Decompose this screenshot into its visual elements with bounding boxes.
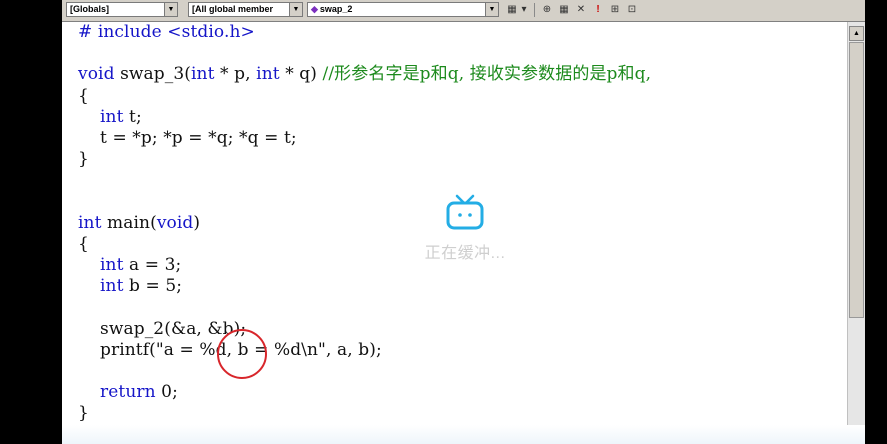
keyword-token: int — [100, 255, 124, 276]
go-icon[interactable]: ⊞ — [608, 3, 622, 17]
go-to-definition-icon[interactable]: ▦ — [505, 3, 519, 17]
chevron-down-icon[interactable]: ▼ — [289, 3, 302, 16]
code-line[interactable]: } — [78, 149, 651, 170]
code-line[interactable]: int main(void) — [78, 213, 651, 234]
code-token: * q) — [279, 64, 323, 85]
code-line[interactable] — [78, 43, 651, 64]
code-token: { — [78, 233, 89, 254]
annotation-circle — [217, 329, 267, 379]
dropdown-arrow-icon[interactable]: ▾ — [519, 3, 529, 17]
function-combo-value: swap_2 — [319, 4, 353, 14]
breakpoint-icon[interactable]: ⊡ — [625, 3, 639, 17]
keyword-token: int — [100, 106, 124, 127]
buffering-overlay: 正在缓冲... — [395, 193, 535, 263]
toolbar-separator — [534, 3, 535, 17]
code-token: { — [78, 85, 89, 106]
buffering-text: 正在缓冲... — [424, 245, 506, 262]
vertical-scrollbar[interactable]: ▲ — [847, 22, 865, 444]
keyword-token: int — [78, 212, 102, 233]
members-combo[interactable]: [All global member ▼ — [188, 2, 303, 17]
code-line[interactable]: t = *p; *p = *q; *q = t; — [78, 128, 651, 149]
keyword-token: return — [100, 382, 156, 403]
keyword-token: void — [78, 64, 115, 85]
scrollbar-thumb[interactable] — [849, 42, 864, 318]
stop-build-icon[interactable]: ✕ — [574, 3, 588, 17]
code-line[interactable] — [78, 170, 651, 191]
chevron-down-icon[interactable]: ▼ — [164, 3, 177, 16]
code-line[interactable]: swap_2(&a, &b); — [78, 319, 651, 340]
code-line[interactable]: int a = 3; — [78, 255, 651, 276]
code-line[interactable]: void swap_3(int * p, int * q) //形参名字是p和q… — [78, 64, 651, 85]
comment-token: //形参名字是p和q, 接收实参数据的是p和q, — [322, 64, 652, 85]
code-token: a = 3; — [123, 255, 182, 276]
code-token: main( — [101, 212, 157, 233]
code-token: ) — [193, 212, 201, 233]
code-line[interactable]: { — [78, 86, 651, 107]
tv-icon — [446, 194, 484, 230]
code-token: swap_2(&a, &b); — [78, 318, 247, 339]
code-line[interactable] — [78, 192, 651, 213]
code-line[interactable] — [78, 297, 651, 318]
code-token: t; — [123, 106, 142, 127]
code-token: * p, — [214, 64, 257, 85]
code-token: b = 5; — [123, 276, 183, 297]
code-token: t = *p; *p = *q; *q = t; — [78, 127, 297, 148]
keyword-token: int — [100, 276, 124, 297]
chevron-down-icon[interactable]: ▼ — [485, 3, 498, 16]
code-line[interactable]: } — [78, 403, 651, 424]
code-line[interactable]: int t; — [78, 107, 651, 128]
keyword-token: int — [191, 64, 215, 85]
build-icon[interactable]: ▦ — [557, 3, 571, 17]
code-token: } — [78, 149, 89, 170]
code-line[interactable]: int b = 5; — [78, 276, 651, 297]
function-combo[interactable]: ◆ swap_2 ▼ — [307, 2, 499, 17]
code-line[interactable]: return 0; — [78, 382, 651, 403]
bottom-shade — [62, 425, 865, 444]
function-icon: ◆ — [311, 4, 318, 14]
members-combo-value: [All global member — [192, 4, 274, 14]
wizard-bar: [Globals] ▼ [All global member ▼ ◆ swap_2… — [62, 0, 865, 22]
code-line[interactable]: { — [78, 234, 651, 255]
code-text[interactable]: # include <stdio.h> void swap_3(int * p, … — [78, 22, 651, 425]
keyword-token: int — [256, 64, 280, 85]
compile-icon[interactable]: ⊕ — [540, 3, 554, 17]
code-token: 0; — [155, 382, 178, 403]
scope-combo-value: [Globals] — [70, 4, 110, 14]
code-line[interactable] — [78, 361, 651, 382]
code-token: swap_3( — [114, 64, 192, 85]
code-token: } — [78, 403, 89, 424]
code-line[interactable]: printf("a = %d, b = %d\n", a, b); — [78, 340, 651, 361]
scope-combo[interactable]: [Globals] ▼ — [66, 2, 178, 17]
code-line[interactable]: # include <stdio.h> — [78, 22, 651, 43]
keyword-token: # include <stdio.h> — [78, 22, 255, 42]
scroll-up-icon[interactable]: ▲ — [849, 26, 864, 41]
execute-icon[interactable]: ! — [593, 3, 603, 17]
keyword-token: void — [156, 212, 194, 233]
